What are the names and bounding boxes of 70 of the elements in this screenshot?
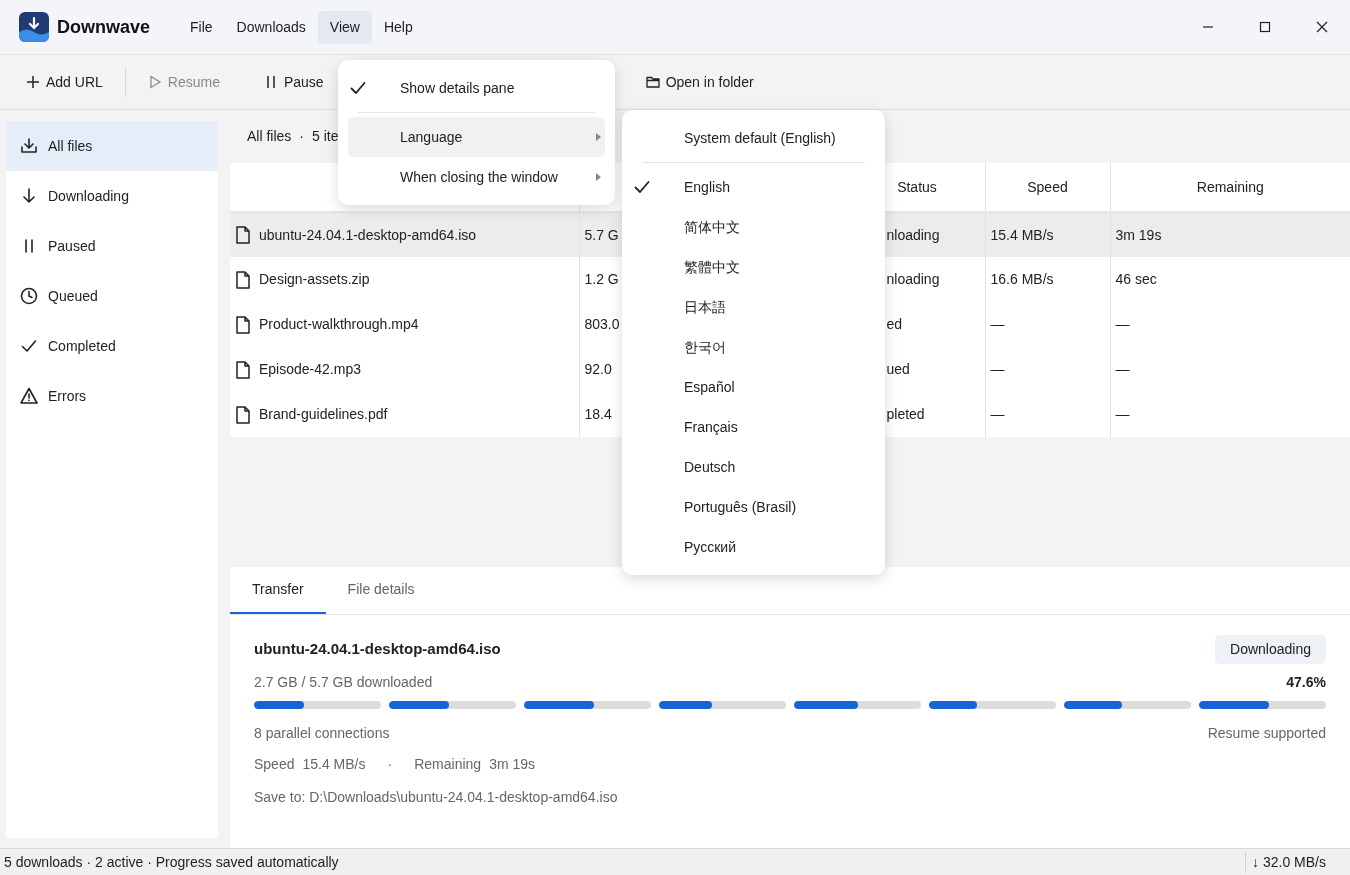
remaining-text: —: [1115, 361, 1130, 377]
download-rate: ↓ 32.0 MB/s: [1245, 851, 1334, 873]
file-size: 18.4: [584, 406, 612, 422]
remaining-text: —: [1115, 316, 1130, 332]
status-text: ed: [886, 316, 903, 332]
file-name: Design-assets.zip: [259, 270, 370, 289]
percent-text: 47.6%: [1286, 673, 1326, 692]
save-path-text: Save to: D:\Downloads\ubuntu-24.04.1-desktop-amd64.iso: [254, 788, 619, 807]
speed-text: 16.6 MB/s: [990, 271, 1054, 287]
menu-item[interactable]: Русский: [632, 527, 875, 567]
menu-item[interactable]: 繁體中文: [632, 247, 875, 287]
speed-text: —: [990, 316, 1005, 332]
file-size: 803.0: [584, 316, 620, 332]
detail-file-name: ubuntu-24.04.1-desktop-amd64.iso: [254, 639, 501, 660]
status-badge: Downloading: [1215, 635, 1326, 664]
menu-item[interactable]: Deutsch: [632, 447, 875, 487]
toolbar-button[interactable]: Add URL: [16, 65, 113, 99]
remaining-label: Remaining: [414, 755, 482, 774]
remaining-text: —: [1115, 406, 1130, 422]
file-name: Product-walkthrough.mp4: [259, 315, 419, 334]
speed-text: 15.4 MB/s: [990, 226, 1054, 243]
app-title: Downwave: [57, 15, 151, 39]
menu-item[interactable]: Language: [348, 117, 605, 157]
connections-text: 8 parallel connections: [254, 724, 390, 743]
speed-value: 15.4 MB/s: [302, 755, 366, 774]
menu-item[interactable]: Português (Brasil): [632, 487, 875, 527]
downloaded-text: 2.7 GB / 5.7 GB downloaded: [254, 673, 433, 692]
item-count: 5 ite: [312, 127, 339, 146]
list-title: All files: [247, 127, 292, 146]
sidebar-item[interactable]: Downloading: [6, 171, 218, 221]
speed-text: —: [990, 361, 1005, 377]
separator-dot: ·: [299, 127, 305, 146]
sidebar-item[interactable]: Errors: [6, 371, 218, 421]
remaining-text: 46 sec: [1115, 271, 1157, 287]
toolbar-button[interactable]: Pause: [253, 65, 334, 99]
toolbar-button[interactable]: Open in folder: [635, 65, 764, 99]
speed-text: —: [990, 406, 1005, 422]
resume-text: Resume supported: [1207, 724, 1326, 743]
menu-item[interactable]: Show details pane: [348, 68, 605, 108]
sidebar-item[interactable]: All files: [6, 121, 218, 171]
menu-item[interactable]: Français: [632, 407, 875, 447]
status-text: pleted: [886, 406, 925, 422]
file-size: 92.0: [584, 361, 612, 377]
menu-item[interactable]: Español: [632, 367, 875, 407]
status-text: 5 downloads · 2 active · Progress saved automatically: [3, 852, 339, 872]
file-name: ubuntu-24.04.1-desktop-amd64.iso: [259, 225, 477, 245]
remaining-text: 3m 19s: [1115, 226, 1162, 243]
menu-item[interactable]: Downloads: [224, 10, 318, 44]
file-name: Brand-guidelines.pdf: [259, 405, 388, 424]
file-size: 5.7 G: [584, 226, 619, 243]
sidebar-item[interactable]: Paused: [6, 221, 218, 271]
file-size: 1.2 G: [584, 271, 619, 287]
menu-item[interactable]: File: [178, 10, 225, 44]
menu-item[interactable]: Help: [371, 10, 425, 44]
status-text: ued: [886, 361, 910, 377]
speed-label: Speed: [254, 755, 295, 774]
sidebar-item[interactable]: Queued: [6, 271, 218, 321]
menu-item[interactable]: When closing the window: [348, 157, 605, 197]
remaining-value: 3m 19s: [489, 755, 536, 774]
sidebar-item[interactable]: Completed: [6, 321, 218, 371]
status-text: nloading: [886, 226, 940, 243]
menu-item[interactable]: 한국어: [632, 327, 875, 367]
file-name: Episode-42.mp3: [259, 360, 361, 379]
menu-item[interactable]: View: [317, 10, 372, 44]
menu-item[interactable]: System default (English): [632, 118, 875, 158]
separator-dot: ·: [387, 755, 393, 774]
menu-item[interactable]: 日本語: [632, 287, 875, 327]
tab[interactable]: Transfer: [230, 567, 326, 614]
status-text: nloading: [886, 271, 940, 287]
tab[interactable]: File details: [325, 567, 437, 614]
